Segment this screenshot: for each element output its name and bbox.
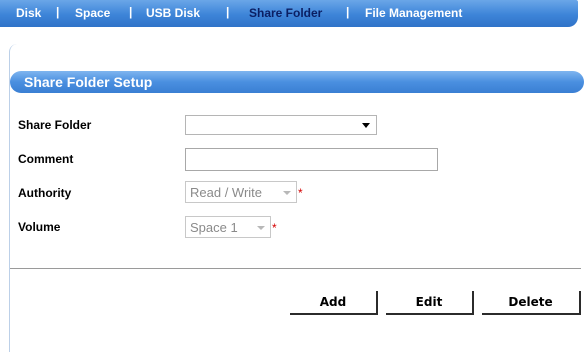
volume-select[interactable]: Space 1 (185, 216, 271, 238)
tab-separator: | (56, 5, 60, 19)
tab-separator: | (346, 5, 350, 19)
required-marker: * (272, 221, 277, 235)
volume-value: Space 1 (190, 220, 238, 235)
divider (10, 268, 581, 269)
share-folder-select[interactable] (185, 115, 377, 135)
authority-value: Read / Write (190, 185, 263, 200)
panel-title: Share Folder Setup (24, 74, 153, 90)
tab-separator: | (226, 5, 230, 19)
share-folder-label: Share Folder (18, 118, 92, 132)
tab-space[interactable]: Space (75, 6, 110, 20)
edit-button[interactable]: Edit (386, 291, 474, 315)
chevron-down-icon (283, 191, 291, 195)
top-tab-bar: Disk | Space | USB Disk | Share Folder |… (0, 0, 578, 27)
delete-button[interactable]: Delete (482, 291, 581, 315)
tab-share-folder[interactable]: Share Folder (249, 6, 322, 20)
chevron-down-icon (257, 226, 265, 230)
authority-select[interactable]: Read / Write (185, 181, 297, 203)
chevron-down-icon (362, 123, 370, 128)
comment-label: Comment (18, 152, 74, 166)
required-marker: * (298, 186, 303, 200)
authority-label: Authority (18, 186, 72, 200)
tab-separator: | (129, 5, 133, 19)
comment-field[interactable] (185, 148, 438, 171)
add-button[interactable]: Add (290, 291, 378, 315)
tab-disk[interactable]: Disk (16, 6, 41, 20)
tab-file-management[interactable]: File Management (365, 6, 462, 20)
volume-label: Volume (18, 220, 61, 234)
panel-header: Share Folder Setup (10, 71, 584, 93)
tab-usb-disk[interactable]: USB Disk (146, 6, 200, 20)
